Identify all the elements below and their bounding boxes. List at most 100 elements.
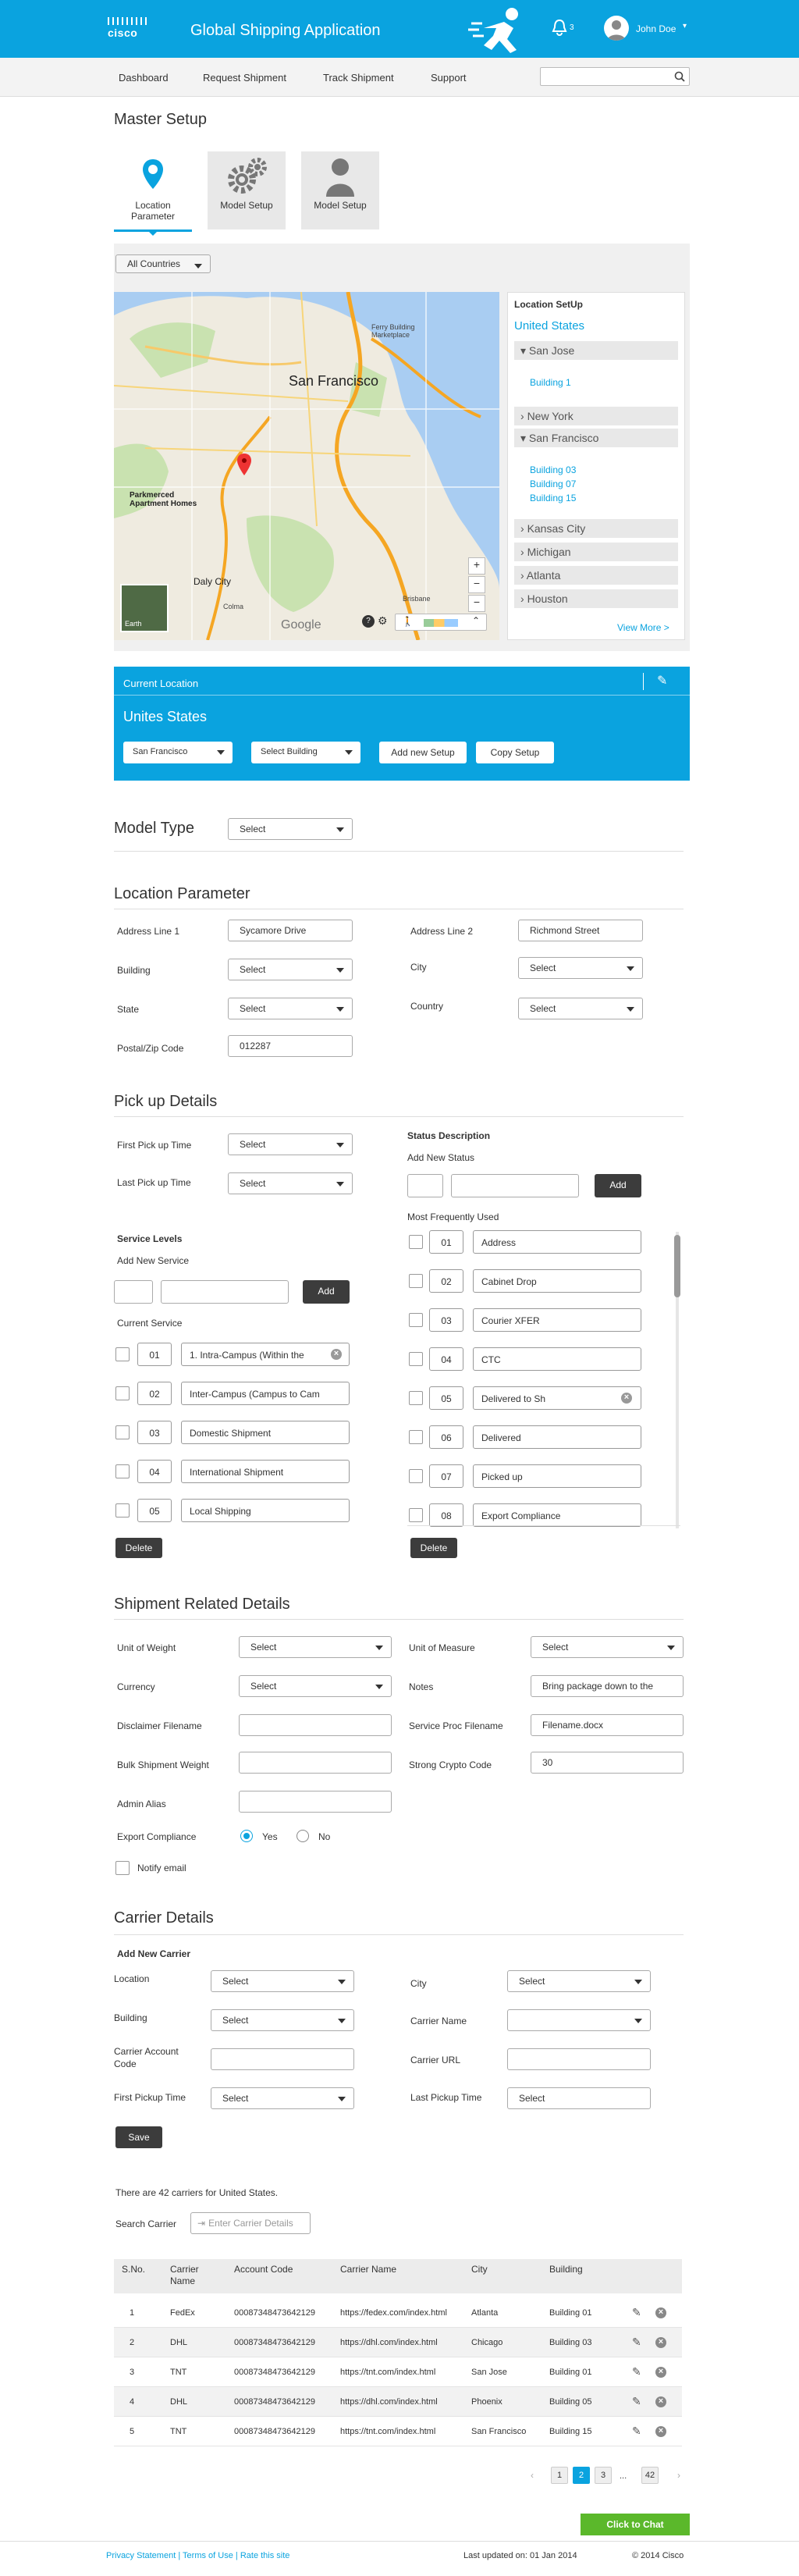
view-more-link[interactable]: View More > (617, 622, 669, 633)
unit-of-measure-select[interactable]: Select (531, 1636, 684, 1658)
status-name[interactable]: Cabinet Drop (473, 1269, 641, 1293)
clear-icon[interactable]: × (331, 1349, 342, 1360)
state-select[interactable]: Select (228, 998, 353, 1019)
status-checbox[interactable] (409, 1313, 423, 1327)
carrier-city-select[interactable]: Select (507, 1970, 651, 1992)
city-item-kansas-city[interactable]: › Kansas City (514, 519, 678, 538)
status-number-input[interactable] (407, 1174, 443, 1197)
service-checkbox[interactable] (115, 1503, 130, 1517)
service-number-input[interactable] (114, 1280, 153, 1304)
copy-setup-button[interactable]: Copy Setup (476, 742, 554, 763)
status-scrollbar[interactable] (674, 1235, 680, 1297)
bell-icon[interactable] (551, 19, 568, 36)
chat-button[interactable]: Click to Chat (581, 2514, 690, 2535)
page-button[interactable]: 1 (551, 2467, 568, 2484)
carrier-account-input[interactable] (211, 2048, 354, 2070)
carrier-location-select[interactable]: Select (211, 1970, 354, 1992)
notify-email-checkbox[interactable] (115, 1861, 130, 1875)
delete-status-button[interactable]: Delete (410, 1538, 457, 1558)
status-checbox[interactable] (409, 1235, 423, 1249)
building-select[interactable]: Select Building (251, 742, 360, 763)
delete-icon[interactable]: × (655, 2426, 666, 2437)
add-status-button[interactable]: Add (595, 1174, 641, 1197)
address-line-1-input[interactable]: Sycamore Drive (228, 920, 353, 941)
edit-icon[interactable]: ✎ (632, 2306, 641, 2319)
carrier-building-select[interactable]: Select (211, 2009, 354, 2031)
nav-support[interactable]: Support (431, 72, 467, 84)
map-marker-icon[interactable] (236, 453, 252, 476)
zoom-in-button[interactable]: + (468, 557, 485, 575)
add-service-button[interactable]: Add (303, 1280, 350, 1304)
status-checbox[interactable] (409, 1469, 423, 1483)
delete-service-button[interactable]: Delete (115, 1538, 162, 1558)
avatar[interactable] (604, 16, 629, 41)
address-line-2-input[interactable]: Richmond Street (518, 920, 643, 941)
tab-model-setup-user[interactable]: Model Setup (301, 151, 379, 229)
save-carrier-button[interactable]: Save (115, 2126, 162, 2148)
rate-link[interactable]: Rate this site (240, 2551, 290, 2560)
nav-request-shipment[interactable]: Request Shipment (203, 72, 286, 84)
status-name[interactable]: Courier XFER (473, 1308, 641, 1332)
edit-icon[interactable]: ✎ (632, 2395, 641, 2408)
nav-track-shipment[interactable]: Track Shipment (323, 72, 394, 84)
service-proc-input[interactable]: Filename.docx (531, 1714, 684, 1736)
tab-model-setup[interactable]: Model Setup (208, 151, 286, 229)
chevron-down-icon[interactable]: ▾ (683, 22, 687, 30)
service-name[interactable]: Inter-Campus (Campus to Cam (181, 1382, 350, 1405)
service-name[interactable]: 1. Intra-Campus (Within the (181, 1343, 350, 1366)
service-name[interactable]: Local Shipping (181, 1499, 350, 1522)
model-type-select[interactable]: Select (228, 818, 353, 840)
tab-location-parameter[interactable]: Location Parameter (114, 151, 192, 229)
zip-input[interactable]: 012287 (228, 1035, 353, 1057)
layers-icon[interactable] (424, 619, 458, 627)
status-checbox[interactable] (409, 1508, 423, 1522)
city-item-new-york[interactable]: › New York (514, 407, 678, 425)
service-checkbox[interactable] (115, 1386, 130, 1400)
city-item-houston[interactable]: › Houston (514, 589, 678, 608)
edit-icon[interactable]: ✎ (657, 673, 667, 688)
service-checkbox[interactable] (115, 1464, 130, 1478)
add-new-setup-button[interactable]: Add new Setup (379, 742, 467, 763)
gear-icon[interactable]: ⚙ (378, 614, 388, 628)
clear-icon[interactable]: × (621, 1393, 632, 1404)
delete-icon[interactable]: × (655, 2337, 666, 2348)
help-icon[interactable]: ? (362, 615, 375, 628)
building-link[interactable]: Building 07 (530, 479, 576, 489)
export-no-radio[interactable] (297, 1830, 309, 1842)
terms-link[interactable]: Terms of Use (183, 2551, 233, 2560)
zoom-reset-button[interactable]: − (468, 595, 485, 612)
expand-icon[interactable]: ⌃ (472, 615, 480, 626)
service-name-input[interactable] (161, 1280, 289, 1304)
status-name[interactable]: CTC (473, 1347, 641, 1371)
status-name[interactable]: Picked up (473, 1464, 641, 1488)
map-controls-bar[interactable]: 🚶 ⌃ (395, 614, 487, 631)
city-item-atlanta[interactable]: › Atlanta (514, 566, 678, 585)
carrier-name-select[interactable] (507, 2009, 651, 2031)
privacy-link[interactable]: Privacy Statement (106, 2551, 176, 2560)
delete-icon[interactable]: × (655, 2367, 666, 2378)
carrier-url-input[interactable] (507, 2048, 651, 2070)
service-name[interactable]: International Shipment (181, 1460, 350, 1483)
service-checkbox[interactable] (115, 1347, 130, 1361)
zoom-out-button[interactable]: − (468, 576, 485, 593)
building-link[interactable]: Building 15 (530, 493, 576, 503)
page-button[interactable]: 3 (595, 2467, 612, 2484)
city-select[interactable]: San Francisco (123, 742, 233, 763)
status-name-input[interactable] (451, 1174, 579, 1197)
export-yes-radio[interactable] (240, 1830, 253, 1842)
status-name[interactable]: Delivered to Sh (473, 1386, 641, 1410)
carrier-first-pickup-select[interactable]: Select (211, 2087, 354, 2109)
pagination-next[interactable]: › (677, 2470, 680, 2481)
notes-input[interactable]: Bring package down to the (531, 1675, 684, 1697)
last-pickup-select[interactable]: Select (228, 1172, 353, 1194)
status-checbox[interactable] (409, 1430, 423, 1444)
building-link[interactable]: Building 03 (530, 464, 576, 475)
user-name[interactable]: John Doe (636, 23, 676, 34)
nav-dashboard[interactable]: Dashboard (119, 72, 169, 84)
page-button[interactable]: 2 (573, 2467, 590, 2484)
building-link[interactable]: Building 1 (530, 377, 571, 388)
first-pickup-select[interactable]: Select (228, 1133, 353, 1155)
carrier-last-pickup-input[interactable]: Select (507, 2087, 651, 2109)
status-name[interactable]: Delivered (473, 1425, 641, 1449)
pagination-prev[interactable]: ‹ (531, 2470, 534, 2481)
